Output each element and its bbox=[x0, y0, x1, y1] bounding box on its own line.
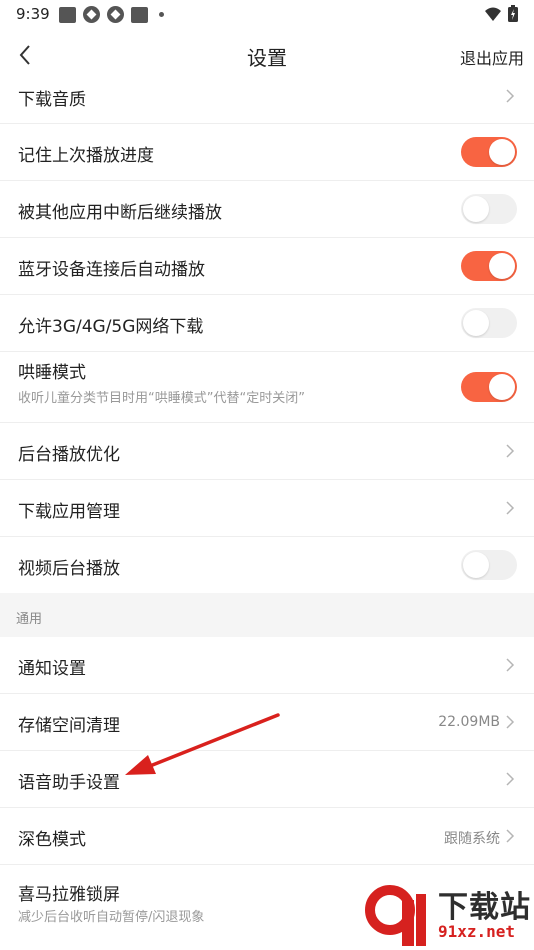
setting-download-manager[interactable]: 下载应用管理 bbox=[0, 480, 534, 537]
setting-label: 被其他应用中断后继续播放 bbox=[18, 203, 222, 223]
setting-sleep-mode: 哄睡模式 收听儿童分类节目时用“哄睡模式”代替“定时关闭” bbox=[0, 352, 534, 423]
setting-label: 下载音质 bbox=[18, 90, 86, 110]
chevron-right-icon bbox=[506, 89, 515, 103]
setting-background-optimize[interactable]: 后台播放优化 bbox=[0, 423, 534, 480]
wifi-icon bbox=[485, 7, 501, 21]
system-icons bbox=[484, 5, 518, 22]
remember-progress-toggle[interactable] bbox=[461, 137, 517, 167]
setting-label: 视频后台播放 bbox=[18, 559, 120, 579]
storage-size-value: 22.09MB bbox=[438, 714, 500, 730]
toggle-knob bbox=[489, 139, 515, 165]
app-notification-icon bbox=[83, 6, 100, 23]
setting-label: 蓝牙设备连接后自动播放 bbox=[18, 260, 205, 280]
watermark-logo-icon bbox=[365, 885, 426, 946]
setting-label: 允许3G/4G/5G网络下载 bbox=[18, 317, 204, 337]
bluetooth-autoplay-toggle[interactable] bbox=[461, 251, 517, 281]
setting-label: 存储空间清理 bbox=[18, 716, 120, 736]
chevron-right-icon bbox=[506, 658, 515, 672]
setting-label: 喜马拉雅锁屏 bbox=[18, 885, 120, 905]
exit-app-button[interactable]: 退出应用 bbox=[460, 45, 524, 69]
status-time: 9:39 bbox=[16, 5, 50, 23]
app-notification-icon bbox=[131, 6, 148, 23]
chevron-right-icon bbox=[506, 772, 515, 786]
chevron-right-icon bbox=[506, 829, 515, 843]
toggle-knob bbox=[463, 552, 489, 578]
status-bar: 9:39 bbox=[0, 0, 534, 28]
setting-label: 通知设置 bbox=[18, 659, 86, 679]
setting-cellular-download: 允许3G/4G/5G网络下载 bbox=[0, 295, 534, 352]
battery-icon bbox=[508, 5, 518, 22]
watermark-title: 下载站 bbox=[438, 890, 531, 925]
watermark: 下载站 91xz.net bbox=[360, 880, 534, 950]
app-notification-icon bbox=[107, 6, 124, 23]
setting-video-background: 视频后台播放 bbox=[0, 537, 534, 593]
setting-label: 语音助手设置 bbox=[18, 773, 120, 793]
setting-dark-mode[interactable]: 深色模式 跟随系统 bbox=[0, 808, 534, 865]
chevron-right-icon bbox=[506, 444, 515, 458]
dark-mode-value: 跟随系统 bbox=[444, 831, 500, 847]
section-header-general: 通用 bbox=[0, 593, 534, 637]
setting-bluetooth-autoplay: 蓝牙设备连接后自动播放 bbox=[0, 238, 534, 295]
setting-label: 记住上次播放进度 bbox=[18, 146, 154, 166]
cellular-download-toggle[interactable] bbox=[461, 308, 517, 338]
setting-download-quality[interactable]: 下载音质 bbox=[0, 82, 534, 124]
setting-label: 下载应用管理 bbox=[18, 502, 120, 522]
sleep-mode-toggle[interactable] bbox=[461, 372, 517, 402]
header: 设置 退出应用 bbox=[0, 28, 534, 82]
setting-remember-progress: 记住上次播放进度 bbox=[0, 124, 534, 181]
chevron-right-icon bbox=[506, 501, 515, 515]
chevron-right-icon bbox=[506, 715, 515, 729]
toggle-knob bbox=[463, 310, 489, 336]
setting-resume-after-interrupt: 被其他应用中断后继续播放 bbox=[0, 181, 534, 238]
setting-storage-cleanup[interactable]: 存储空间清理 22.09MB bbox=[0, 694, 534, 751]
setting-label: 哄睡模式 bbox=[18, 363, 86, 383]
setting-label: 深色模式 bbox=[18, 830, 86, 850]
setting-voice-assistant[interactable]: 语音助手设置 bbox=[0, 751, 534, 808]
app-notification-icon bbox=[59, 6, 76, 23]
section-title: 通用 bbox=[16, 612, 43, 627]
setting-notifications[interactable]: 通知设置 bbox=[0, 637, 534, 694]
resume-after-interrupt-toggle[interactable] bbox=[461, 194, 517, 224]
settings-list: 下载音质 记住上次播放进度 被其他应用中断后继续播放 蓝牙设备连接后自动播放 允… bbox=[0, 82, 534, 927]
setting-subtitle: 收听儿童分类节目时用“哄睡模式”代替“定时关闭” bbox=[18, 391, 305, 406]
notification-icons bbox=[59, 6, 164, 23]
toggle-knob bbox=[489, 253, 515, 279]
video-background-toggle[interactable] bbox=[461, 550, 517, 580]
setting-label: 后台播放优化 bbox=[18, 445, 120, 465]
toggle-knob bbox=[463, 196, 489, 222]
watermark-domain: 91xz.net bbox=[438, 922, 516, 941]
setting-subtitle: 减少后台收听自动暂停/闪退现象 bbox=[18, 910, 205, 925]
toggle-knob bbox=[489, 374, 515, 400]
more-notifications-dot-icon bbox=[159, 12, 164, 17]
page-title: 设置 bbox=[247, 46, 287, 70]
